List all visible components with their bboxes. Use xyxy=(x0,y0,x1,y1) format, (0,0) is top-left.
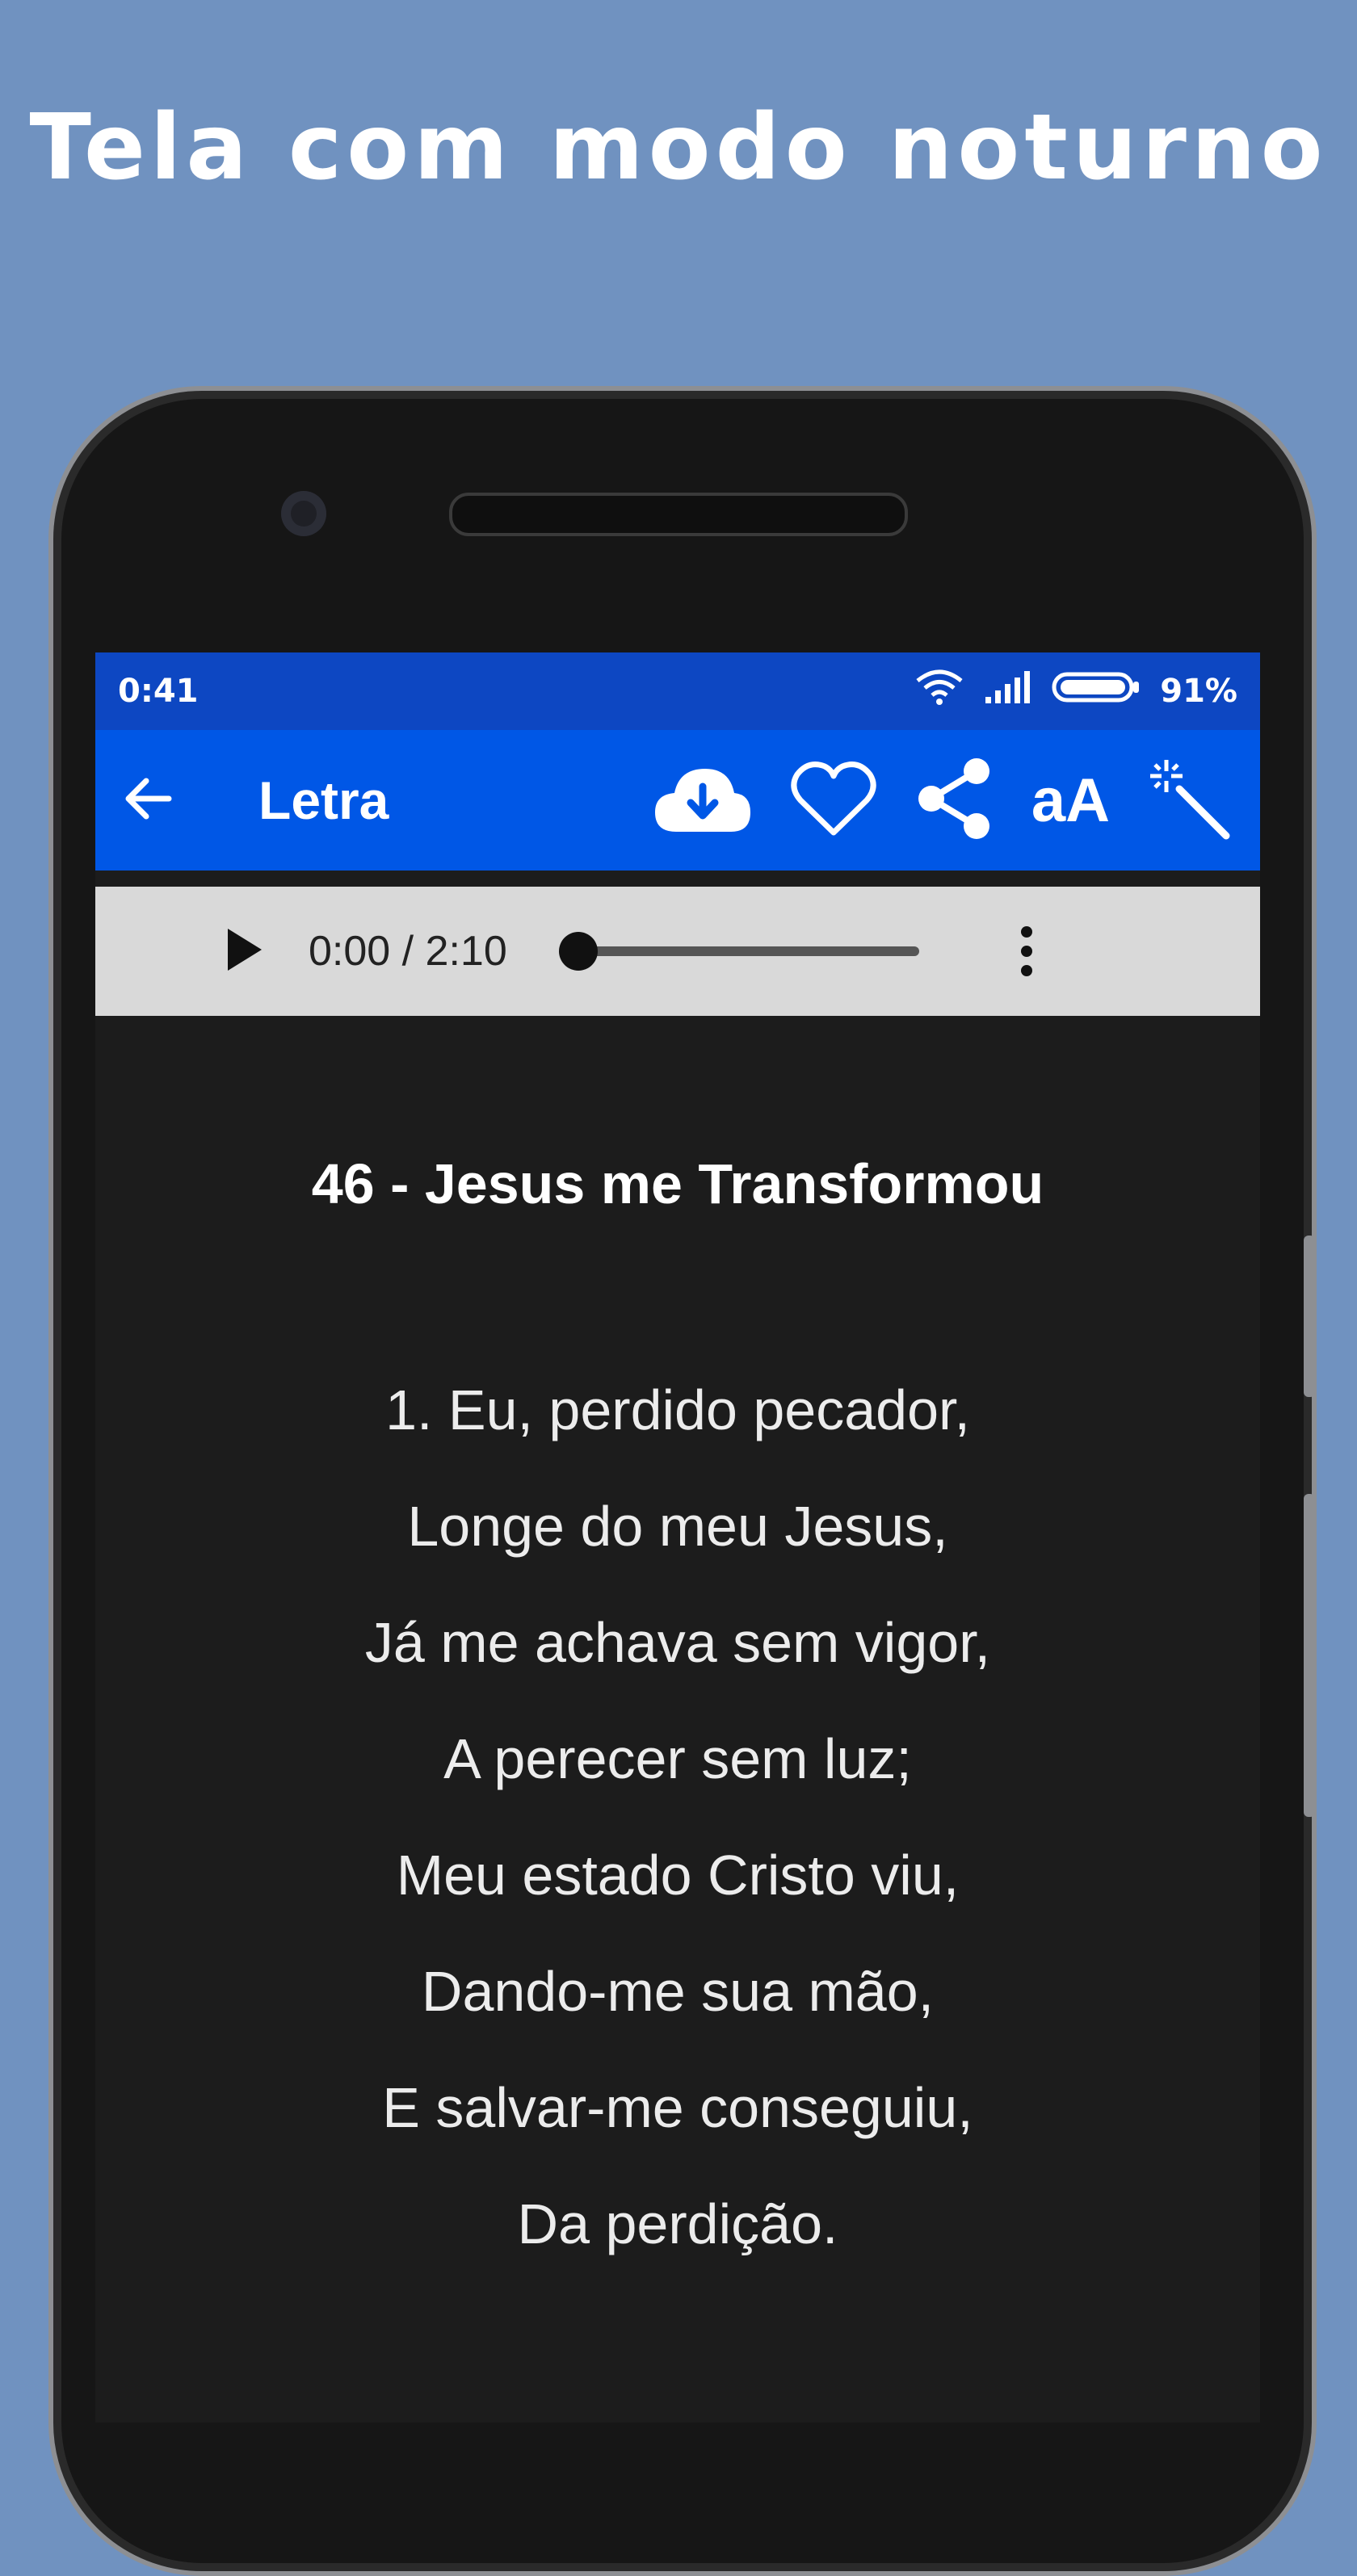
earpiece-speaker xyxy=(449,493,908,536)
promo-headline: Tela com modo noturno xyxy=(29,95,1328,200)
lyric-line: Já me achava sem vigor, xyxy=(364,1611,991,1674)
share-button[interactable] xyxy=(914,730,994,871)
heart-icon xyxy=(791,760,876,841)
play-button[interactable] xyxy=(225,927,273,975)
lyric-line: A perecer sem luz; xyxy=(443,1727,912,1790)
back-button[interactable] xyxy=(95,730,200,871)
lyric-line: Longe do meu Jesus, xyxy=(407,1495,948,1558)
lyrics-verse: 1. Eu, perdido pecador, Longe do meu Jes… xyxy=(95,1352,1260,2282)
magic-wand-icon xyxy=(1147,757,1231,844)
phone-side-button-volume xyxy=(1304,1494,1315,1817)
audio-player: 0:00 / 2:10 xyxy=(95,887,1260,1016)
favorite-button[interactable] xyxy=(791,730,876,871)
play-icon xyxy=(225,925,265,978)
lyric-line: Meu estado Cristo viu, xyxy=(396,1844,960,1907)
lyric-line: 1. Eu, perdido pecador, xyxy=(385,1378,970,1441)
app-bar-title: Letra xyxy=(258,770,389,830)
signal-icon xyxy=(984,669,1032,713)
cloud-download-icon xyxy=(652,762,754,838)
share-icon xyxy=(914,755,994,845)
font-size-button[interactable]: aA xyxy=(1031,730,1110,871)
song-title: 46 - Jesus me Transformou xyxy=(311,1152,1044,1215)
seek-knob[interactable] xyxy=(558,932,598,971)
arrow-left-icon xyxy=(119,770,177,831)
front-camera xyxy=(281,491,326,536)
seek-bar[interactable] xyxy=(558,932,919,971)
lyric-line: Dando-me sua mão, xyxy=(421,1960,935,2023)
phone-screen: 0:41 91% Letra aA 0:00 / 2:10 46 - Jesus… xyxy=(95,652,1260,2423)
night-mode-button[interactable] xyxy=(1147,730,1231,871)
app-bar: Letra aA xyxy=(95,730,1260,871)
battery-percent: 91% xyxy=(1160,673,1237,710)
audio-player-container: 0:00 / 2:10 xyxy=(95,887,1260,1016)
playback-time: 0:00 / 2:10 xyxy=(309,928,507,975)
phone-side-button-top xyxy=(1304,1236,1315,1397)
player-more-button[interactable] xyxy=(1020,926,1032,976)
status-time: 0:41 xyxy=(118,673,199,710)
download-button[interactable] xyxy=(652,730,754,871)
status-bar: 0:41 91% xyxy=(95,652,1260,730)
battery-icon xyxy=(1052,669,1141,713)
lyric-line: Da perdição. xyxy=(517,2192,838,2255)
lyric-line: E salvar-me conseguiu, xyxy=(382,2076,973,2139)
more-vert-icon xyxy=(1020,926,1032,938)
wifi-icon xyxy=(914,669,964,713)
